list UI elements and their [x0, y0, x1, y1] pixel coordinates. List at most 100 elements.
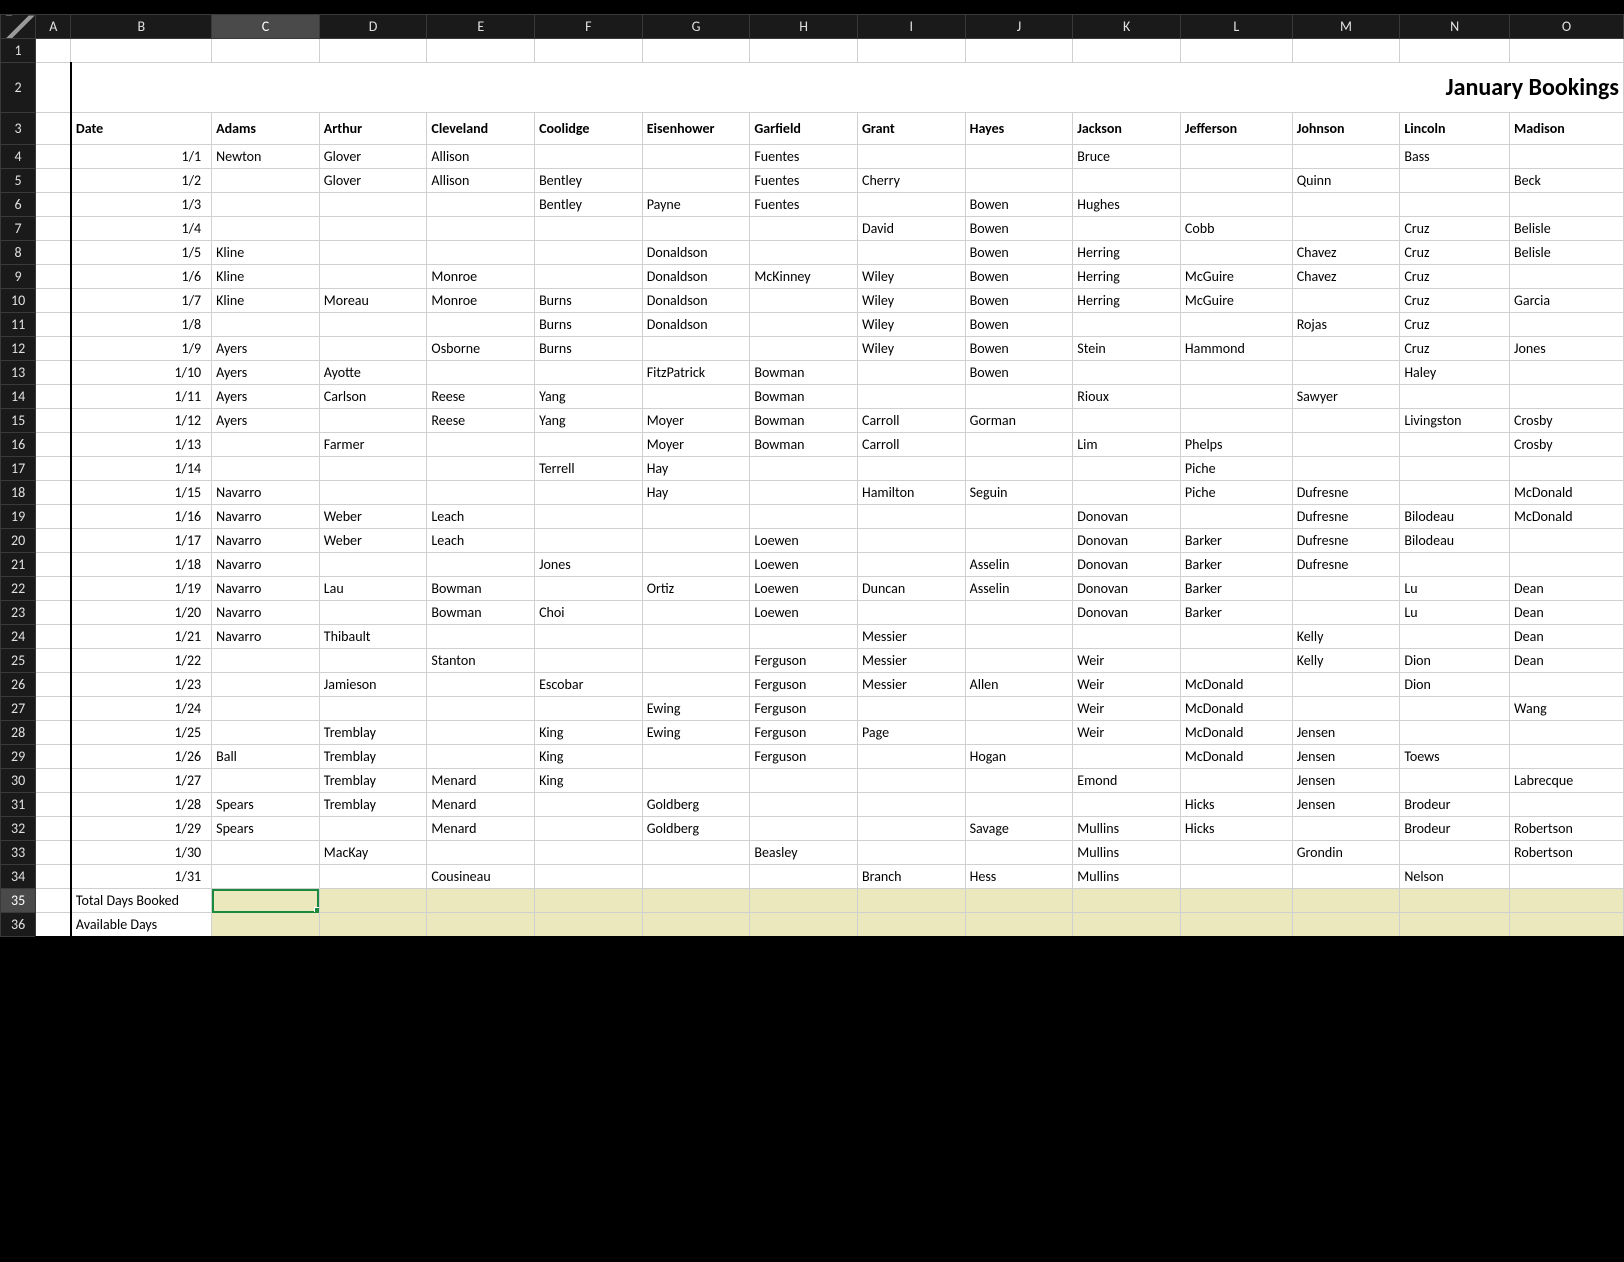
cell-G14[interactable]: [642, 385, 750, 409]
cell-F28[interactable]: King: [535, 721, 643, 745]
cell-O27[interactable]: Wang: [1510, 697, 1624, 721]
cell-B9[interactable]: 1/6: [71, 265, 212, 289]
row-21[interactable]: 211/18NavarroJonesLoewenAsselinDonovanBa…: [1, 553, 1624, 577]
cell-J15[interactable]: Gorman: [965, 409, 1073, 433]
cell-I19[interactable]: [857, 505, 965, 529]
cell-F18[interactable]: [535, 481, 643, 505]
cell-H15[interactable]: Bowman: [750, 409, 858, 433]
cell-A5[interactable]: [36, 169, 71, 193]
cell-E12[interactable]: Osborne: [427, 337, 535, 361]
cell-I9[interactable]: Wiley: [857, 265, 965, 289]
header-hayes[interactable]: Hayes: [965, 113, 1073, 145]
col-header-N[interactable]: N: [1400, 15, 1510, 39]
cell-F33[interactable]: [535, 841, 643, 865]
cell-A35[interactable]: [36, 889, 71, 913]
cell-F8[interactable]: [535, 241, 643, 265]
cell-I31[interactable]: [857, 793, 965, 817]
cell-G28[interactable]: Ewing: [642, 721, 750, 745]
cell-K30[interactable]: Emond: [1073, 769, 1181, 793]
row-header-13[interactable]: 13: [1, 361, 36, 385]
cell-E22[interactable]: Bowman: [427, 577, 535, 601]
cell-G30[interactable]: [642, 769, 750, 793]
cell-A24[interactable]: [36, 625, 71, 649]
cell-D18[interactable]: [319, 481, 427, 505]
cell-E26[interactable]: [427, 673, 535, 697]
row-4[interactable]: 41/1NewtonGloverAllisonFuentesBruceBass: [1, 145, 1624, 169]
cell-K17[interactable]: [1073, 457, 1181, 481]
row-header-34[interactable]: 34: [1, 865, 36, 889]
cell-H9[interactable]: McKinney: [750, 265, 858, 289]
cell-H23[interactable]: Loewen: [750, 601, 858, 625]
row-header-10[interactable]: 10: [1, 289, 36, 313]
cell-C16[interactable]: [212, 433, 320, 457]
row-header-12[interactable]: 12: [1, 337, 36, 361]
title-banner[interactable]: January Bookings: [71, 63, 1624, 113]
cell-B10[interactable]: 1/7: [71, 289, 212, 313]
cell-L6[interactable]: [1180, 193, 1292, 217]
cell-E11[interactable]: [427, 313, 535, 337]
cell-C25[interactable]: [212, 649, 320, 673]
cell-L14[interactable]: [1180, 385, 1292, 409]
cell-I11[interactable]: Wiley: [857, 313, 965, 337]
cell-I20[interactable]: [857, 529, 965, 553]
cell-H22[interactable]: Loewen: [750, 577, 858, 601]
cell-C8[interactable]: Kline: [212, 241, 320, 265]
cell-F24[interactable]: [535, 625, 643, 649]
cell-F5[interactable]: Bentley: [535, 169, 643, 193]
cell-D5[interactable]: Glover: [319, 169, 427, 193]
cell-J29[interactable]: Hogan: [965, 745, 1073, 769]
cell-M20[interactable]: Dufresne: [1292, 529, 1400, 553]
cell-C7[interactable]: [212, 217, 320, 241]
cell-A9[interactable]: [36, 265, 71, 289]
cell-C35[interactable]: [212, 889, 320, 913]
cell-F1[interactable]: [535, 39, 643, 63]
cell-H14[interactable]: Bowman: [750, 385, 858, 409]
cell-G4[interactable]: [642, 145, 750, 169]
cell-A3[interactable]: [36, 113, 71, 145]
row-8[interactable]: 81/5KlineDonaldsonBowenHerringChavezCruz…: [1, 241, 1624, 265]
cell-L27[interactable]: McDonald: [1180, 697, 1292, 721]
cell-N23[interactable]: Lu: [1400, 601, 1510, 625]
cell-A19[interactable]: [36, 505, 71, 529]
cell-N28[interactable]: [1400, 721, 1510, 745]
col-header-M[interactable]: M: [1292, 15, 1400, 39]
cell-M26[interactable]: [1292, 673, 1400, 697]
cell-J16[interactable]: [965, 433, 1073, 457]
cell-E35[interactable]: [427, 889, 535, 913]
cell-I35[interactable]: [857, 889, 965, 913]
row-header-7[interactable]: 7: [1, 217, 36, 241]
row-28[interactable]: 281/25TremblayKingEwingFergusonPageWeirM…: [1, 721, 1624, 745]
cell-L22[interactable]: Barker: [1180, 577, 1292, 601]
cell-M33[interactable]: Grondin: [1292, 841, 1400, 865]
cell-I34[interactable]: Branch: [857, 865, 965, 889]
cell-N18[interactable]: [1400, 481, 1510, 505]
cell-M35[interactable]: [1292, 889, 1400, 913]
cell-A21[interactable]: [36, 553, 71, 577]
cell-I27[interactable]: [857, 697, 965, 721]
cell-L28[interactable]: McDonald: [1180, 721, 1292, 745]
cell-H26[interactable]: Ferguson: [750, 673, 858, 697]
cell-A7[interactable]: [36, 217, 71, 241]
cell-L16[interactable]: Phelps: [1180, 433, 1292, 457]
cell-O33[interactable]: Robertson: [1510, 841, 1624, 865]
cell-D26[interactable]: Jamieson: [319, 673, 427, 697]
cell-C23[interactable]: Navarro: [212, 601, 320, 625]
cell-C14[interactable]: Ayers: [212, 385, 320, 409]
cell-N5[interactable]: [1400, 169, 1510, 193]
cell-N24[interactable]: [1400, 625, 1510, 649]
cell-D19[interactable]: Weber: [319, 505, 427, 529]
row-10[interactable]: 101/7KlineMoreauMonroeBurnsDonaldsonWile…: [1, 289, 1624, 313]
cell-M5[interactable]: Quinn: [1292, 169, 1400, 193]
cell-G19[interactable]: [642, 505, 750, 529]
cell-K19[interactable]: Donovan: [1073, 505, 1181, 529]
cell-O12[interactable]: Jones: [1510, 337, 1624, 361]
row-2[interactable]: 2 January Bookings: [1, 63, 1624, 113]
cell-C11[interactable]: [212, 313, 320, 337]
cell-J11[interactable]: Bowen: [965, 313, 1073, 337]
cell-A4[interactable]: [36, 145, 71, 169]
cell-A27[interactable]: [36, 697, 71, 721]
cell-B7[interactable]: 1/4: [71, 217, 212, 241]
cell-H20[interactable]: Loewen: [750, 529, 858, 553]
cell-I7[interactable]: David: [857, 217, 965, 241]
cell-D20[interactable]: Weber: [319, 529, 427, 553]
